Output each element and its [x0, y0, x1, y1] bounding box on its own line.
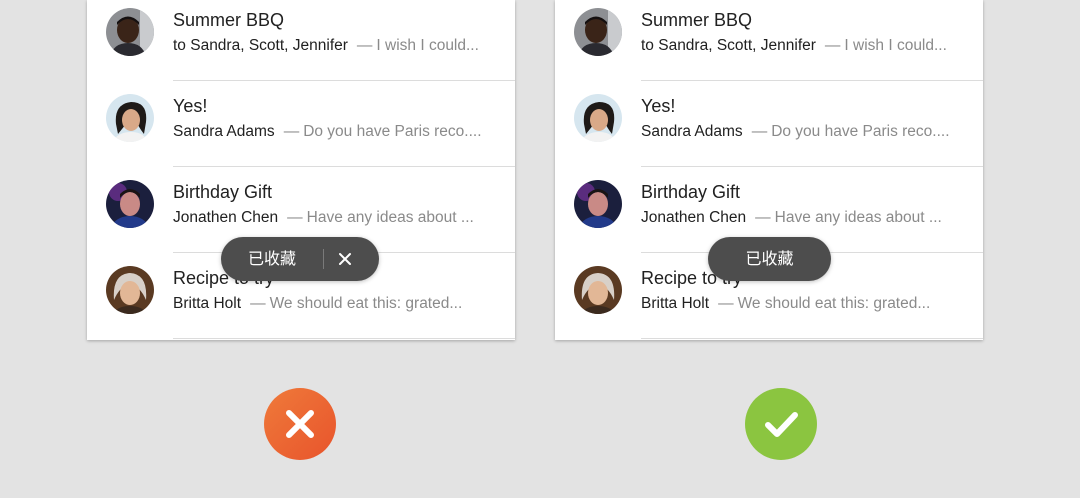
email-subject: Summer BBQ	[641, 10, 753, 30]
snackbar-label: 已收藏	[745, 249, 794, 268]
email-sender: Jonathen Chen	[173, 209, 279, 226]
email-subject: Birthday Gift	[173, 182, 273, 202]
avatar	[574, 8, 622, 56]
email-separator: —	[824, 37, 841, 54]
email-preview: We should eat this: grated...	[737, 295, 931, 312]
email-preview: We should eat this: grated...	[269, 295, 463, 312]
email-list-card-correct: Summer BBQ to Sandra, Scott, Jennifer — I …	[555, 0, 983, 340]
email-separator: —	[755, 209, 771, 226]
check-icon	[765, 412, 798, 437]
email-separator: —	[283, 123, 300, 140]
avatar	[106, 94, 154, 142]
snackbar-divider	[323, 249, 324, 269]
email-sender: Jonathen Chen	[641, 209, 747, 226]
email-preview: I wish I could...	[844, 37, 947, 54]
email-separator: —	[287, 209, 303, 226]
email-sender: to Sandra, Scott, Jennifer	[641, 37, 816, 54]
correct-badge	[745, 388, 817, 460]
row-divider	[641, 338, 983, 339]
email-separator: —	[250, 295, 266, 312]
email-row[interactable]: Yes! Sandra Adams — Do you have Paris reco…	[555, 81, 983, 167]
email-preview: I wish I could...	[376, 37, 479, 54]
avatar	[106, 8, 154, 56]
email-preview: Do you have Paris reco....	[771, 123, 950, 140]
email-sender: Sandra Adams	[173, 123, 275, 140]
email-separator: —	[718, 295, 734, 312]
snackbar-label: 已收藏	[247, 249, 296, 268]
email-list-card-incorrect: Summer BBQ to Sandra, Scott, Jennifer — I …	[87, 0, 515, 340]
email-subject: Yes!	[641, 96, 676, 116]
email-subject: Yes!	[173, 96, 208, 116]
avatar	[106, 180, 154, 228]
avatar	[574, 94, 622, 142]
email-row[interactable]: Summer BBQ to Sandra, Scott, Jennifer — I …	[87, 0, 515, 81]
email-preview: Have any ideas about ...	[306, 209, 474, 226]
email-sender: to Sandra, Scott, Jennifer	[173, 37, 348, 54]
row-divider	[173, 338, 515, 339]
snackbar: 已收藏	[708, 237, 831, 281]
avatar	[574, 180, 622, 228]
email-subject: Summer BBQ	[173, 10, 285, 30]
snackbar-with-close: 已收藏	[221, 237, 379, 281]
avatar	[574, 266, 622, 314]
email-separator: —	[751, 123, 768, 140]
avatar	[106, 266, 154, 314]
incorrect-badge	[264, 388, 336, 460]
email-sender: Britta Holt	[173, 295, 242, 312]
email-row[interactable]: Summer BBQ to Sandra, Scott, Jennifer — I …	[555, 0, 983, 81]
email-sender: Sandra Adams	[641, 123, 743, 140]
email-row[interactable]: Yes! Sandra Adams — Do you have Paris reco…	[87, 81, 515, 167]
email-sender: Britta Holt	[641, 295, 710, 312]
cross-icon	[286, 410, 314, 438]
email-preview: Have any ideas about ...	[774, 209, 942, 226]
email-preview: Do you have Paris reco....	[303, 123, 482, 140]
close-icon[interactable]	[337, 251, 353, 267]
email-subject: Birthday Gift	[641, 182, 741, 202]
email-separator: —	[356, 37, 373, 54]
